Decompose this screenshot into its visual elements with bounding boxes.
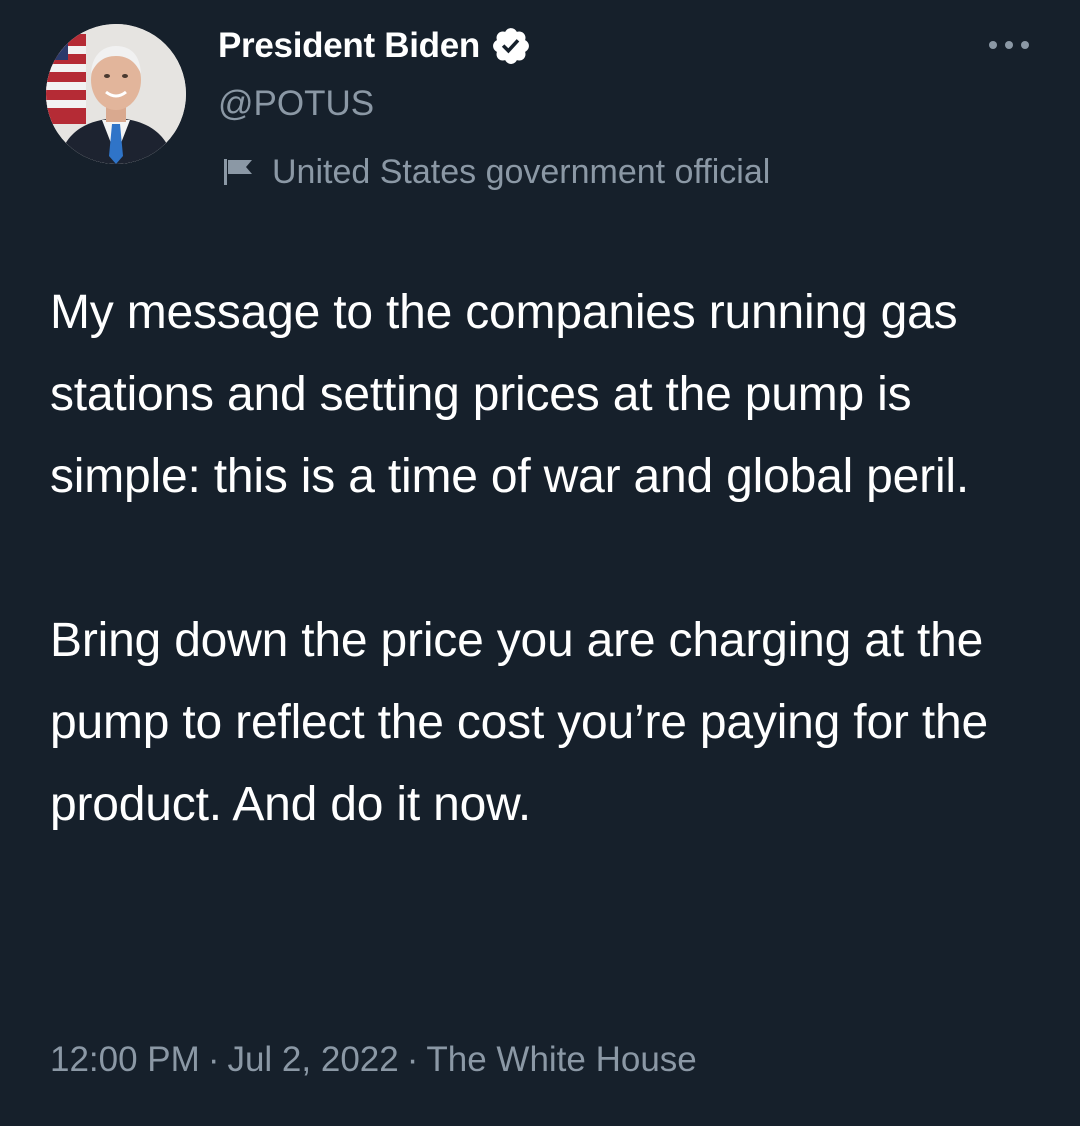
flag-icon [222, 157, 256, 187]
author-display-name[interactable]: President Biden [218, 26, 480, 66]
tweet-meta: 12:00 PM · Jul 2, 2022 · The White House [50, 1036, 697, 1084]
verified-badge-icon[interactable] [490, 25, 532, 67]
affiliation-text: United States government official [272, 152, 771, 191]
tweet-source[interactable]: The White House [426, 1040, 696, 1079]
author-handle[interactable]: @POTUS [218, 82, 532, 126]
tweet-paragraph: Bring down the price you are charging at… [50, 614, 988, 831]
meta-separator: · [406, 1040, 419, 1079]
tweet-date[interactable]: Jul 2, 2022 [227, 1040, 398, 1079]
tweet-text: My message to the companies running gas … [50, 272, 1050, 846]
avatar[interactable] [46, 24, 186, 164]
tweet-paragraph: My message to the companies running gas … [50, 286, 970, 503]
name-row: President Biden [218, 24, 532, 68]
tweet-time[interactable]: 12:00 PM [50, 1040, 200, 1079]
meta-separator: · [207, 1040, 220, 1079]
avatar-portrait [46, 24, 186, 164]
tweet-card: President Biden @POTUS United States gov… [0, 0, 1080, 1126]
more-options-icon[interactable] [984, 30, 1034, 60]
affiliation-label: United States government official [222, 150, 770, 194]
author-block: President Biden @POTUS [218, 24, 532, 126]
